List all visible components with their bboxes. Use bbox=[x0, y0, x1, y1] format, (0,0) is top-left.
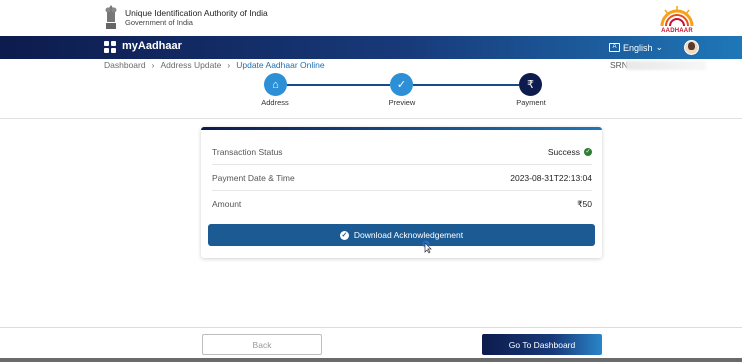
brand-name[interactable]: myAadhaar bbox=[122, 40, 182, 52]
progress-stepper: ⌂ ✓ ₹ Address Preview Payment bbox=[0, 72, 742, 112]
amount-value: ₹50 bbox=[577, 198, 592, 209]
top-navbar: myAadhaar A English ⌄ bbox=[0, 36, 742, 59]
step-connector bbox=[413, 84, 519, 86]
summary-row-status: Transaction Status Success ✓ bbox=[212, 139, 592, 165]
back-button[interactable]: Back bbox=[202, 334, 322, 355]
apps-grid-icon[interactable] bbox=[104, 41, 117, 54]
org-name: Unique Identification Authority of India bbox=[125, 8, 268, 18]
summary-row-datetime: Payment Date & Time 2023-08-31T22:13:04 bbox=[212, 165, 592, 191]
chevron-right-icon: › bbox=[227, 60, 231, 70]
gov-name: Government of India bbox=[125, 18, 193, 27]
payment-summary-card: Transaction Status Success ✓ Payment Dat… bbox=[201, 127, 602, 258]
home-icon: ⌂ bbox=[264, 73, 287, 96]
card-accent-bar bbox=[201, 127, 602, 130]
aadhaar-logo: AADHAAR bbox=[656, 4, 698, 34]
national-emblem-icon bbox=[105, 5, 117, 29]
status-label: Transaction Status bbox=[212, 146, 283, 157]
bottom-edge-bar bbox=[0, 358, 742, 362]
step-label-address: Address bbox=[261, 98, 289, 107]
download-acknowledgement-button[interactable]: ✓ Download Acknowledgement bbox=[208, 224, 595, 246]
step-label-preview: Preview bbox=[388, 98, 416, 107]
check-circle-icon: ✓ bbox=[339, 230, 349, 240]
chevron-down-icon: ⌄ bbox=[655, 42, 664, 52]
aadhaar-sun-icon bbox=[660, 6, 694, 27]
rupee-icon: ₹ bbox=[519, 73, 542, 96]
avatar[interactable] bbox=[684, 40, 699, 55]
gov-header: Unique Identification Authority of India… bbox=[0, 0, 742, 36]
amount-label: Amount bbox=[212, 199, 242, 209]
check-icon: ✓ bbox=[390, 73, 413, 96]
language-label: English bbox=[623, 42, 653, 53]
language-selector[interactable]: A English ⌄ bbox=[609, 42, 663, 53]
srn-value-redacted bbox=[626, 61, 706, 70]
datetime-value: 2023-08-31T22:13:04 bbox=[510, 172, 592, 183]
footer-divider bbox=[0, 327, 742, 328]
step-connector bbox=[287, 84, 390, 86]
chevron-right-icon: › bbox=[151, 60, 155, 70]
download-button-label: Download Acknowledgement bbox=[353, 230, 464, 240]
status-text: Success bbox=[547, 146, 580, 157]
section-divider bbox=[0, 118, 742, 119]
go-to-dashboard-button[interactable]: Go To Dashboard bbox=[482, 334, 602, 355]
breadcrumb-address-update[interactable]: Address Update bbox=[160, 60, 221, 70]
language-icon: A bbox=[609, 43, 620, 52]
step-label-payment: Payment bbox=[516, 98, 546, 107]
breadcrumb: Dashboard › Address Update › Update Aadh… bbox=[104, 60, 325, 70]
datetime-label: Payment Date & Time bbox=[212, 172, 295, 183]
breadcrumb-current: Update Aadhaar Online bbox=[236, 60, 325, 70]
breadcrumb-dashboard[interactable]: Dashboard bbox=[104, 60, 146, 70]
pointer-cursor-icon bbox=[422, 240, 432, 254]
summary-row-amount: Amount ₹50 bbox=[212, 191, 592, 217]
aadhaar-logo-text: AADHAAR bbox=[661, 28, 693, 34]
success-check-icon: ✓ bbox=[584, 147, 592, 156]
status-value: Success ✓ bbox=[548, 147, 592, 157]
gov-title: Unique Identification Authority of India… bbox=[125, 8, 268, 28]
